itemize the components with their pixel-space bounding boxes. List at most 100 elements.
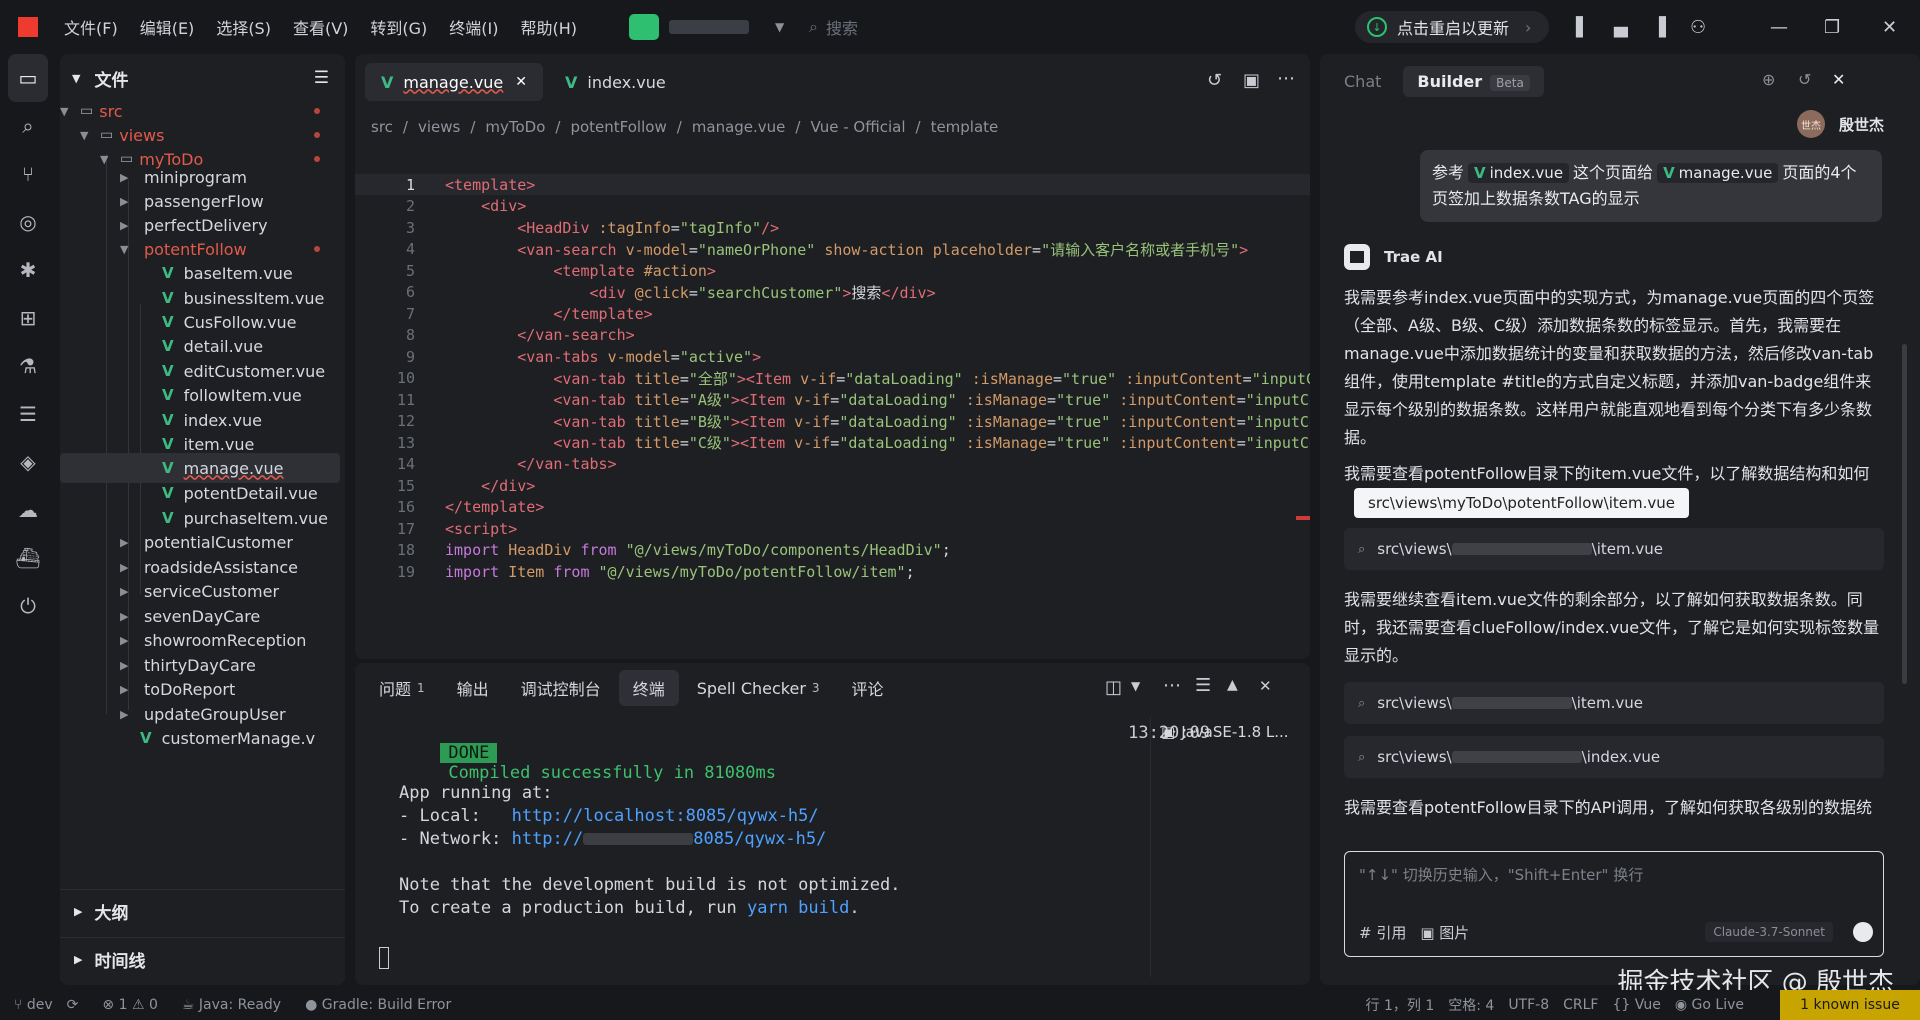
panel-tab[interactable]: 问题 1 <box>365 670 439 706</box>
code-line[interactable]: 3 <HeadDiv :tagInfo="tagInfo"/> <box>355 217 1310 238</box>
chevron-down-icon[interactable]: ▼ <box>72 72 80 85</box>
menu-select[interactable]: 选择(S) <box>216 15 271 39</box>
timeline-section[interactable]: ▶ 时间线 <box>60 937 345 981</box>
tab-builder[interactable]: Builder Beta <box>1403 66 1544 97</box>
terminal-settings-icon[interactable]: ☰ <box>1195 675 1211 696</box>
indentation[interactable]: 空格: 4 <box>1448 995 1494 1015</box>
history-icon[interactable]: ↺ <box>1798 70 1811 89</box>
branch-indicator[interactable]: ⑂ dev <box>14 997 53 1013</box>
maximize-panel-icon[interactable]: ▲ <box>1227 677 1238 693</box>
menu-goto[interactable]: 转到(G) <box>370 15 427 39</box>
tab-manage-vue[interactable]: V manage.vue ✕ <box>365 63 543 101</box>
panel-tab[interactable]: 终端 <box>618 670 679 706</box>
remote-icon[interactable]: ◎ <box>0 198 56 246</box>
breadcrumb-item[interactable]: Vue - Official <box>810 118 905 136</box>
toggle-sidebar-icon[interactable]: ▌ <box>1576 17 1590 38</box>
java-status[interactable]: ☕ Java: Ready <box>182 997 281 1013</box>
split-editor-icon[interactable]: ▣ <box>1243 70 1260 91</box>
outline-section[interactable]: ▶ 大纲 <box>60 889 345 933</box>
project-switcher[interactable]: ▼ <box>629 10 789 44</box>
close-chat-icon[interactable]: ✕ <box>1832 70 1845 89</box>
breadcrumb-item[interactable]: myToDo <box>485 118 545 136</box>
menu-file[interactable]: 文件(F) <box>64 15 118 39</box>
layers-icon[interactable]: ◈ <box>0 438 56 486</box>
breadcrumb-item[interactable]: src <box>371 118 393 136</box>
local-url-link[interactable]: http://localhost:8085/qywx-h5/ <box>512 806 819 826</box>
code-line[interactable]: 4 <van-search v-model="nameOrPhone" show… <box>355 239 1310 260</box>
network-url-link[interactable]: http://8085/qywx-h5/ <box>512 829 827 849</box>
code-line[interactable]: 17 <script> <box>355 518 1310 539</box>
history-icon[interactable]: ↺ <box>1207 70 1222 91</box>
menu-help[interactable]: 帮助(H) <box>521 15 578 39</box>
code-line[interactable]: 1 <template> <box>355 174 1310 195</box>
debug-icon[interactable]: ✱ <box>0 246 56 294</box>
maximize-icon[interactable]: ❐ <box>1824 17 1840 38</box>
more-actions-icon[interactable]: ⋯ <box>1163 675 1181 696</box>
toggle-aux-sidebar-icon[interactable]: ▐ <box>1652 17 1666 38</box>
code-line[interactable]: 9 <van-tabs v-model="active"> <box>355 346 1310 367</box>
extensions-icon[interactable]: ⊞ <box>0 294 56 342</box>
tab-chat[interactable]: Chat <box>1344 72 1381 91</box>
file-item[interactable]: VcustomerManage.v <box>60 723 340 753</box>
cursor-position[interactable]: 行 1，列 1 <box>1366 995 1435 1015</box>
code-line[interactable]: 15 </div> <box>355 475 1310 496</box>
file-reference-card[interactable]: ⌕ src\views\ \item.vue <box>1344 528 1884 570</box>
chevron-down-icon[interactable]: ▼ <box>1131 679 1140 693</box>
more-actions-icon[interactable]: ⋯ <box>1277 68 1295 89</box>
toggle-panel-icon[interactable]: ▄ <box>1614 17 1628 38</box>
code-line[interactable]: 6 <div @click="searchCustomer">搜索</div> <box>355 282 1310 303</box>
line-ending[interactable]: CRLF <box>1563 997 1598 1013</box>
panel-tab[interactable]: Spell Checker 3 <box>683 670 834 706</box>
code-line[interactable]: 7 </template> <box>355 303 1310 324</box>
encoding[interactable]: UTF-8 <box>1508 997 1549 1013</box>
file-chip[interactable]: Vindex.vue <box>1468 163 1570 183</box>
close-window-icon[interactable]: ✕ <box>1882 17 1897 38</box>
known-issue-badge[interactable]: 1 known issue <box>1780 990 1920 1020</box>
close-panel-icon[interactable]: ✕ <box>1259 677 1272 695</box>
go-live[interactable]: ◉ Go Live <box>1675 997 1744 1013</box>
breadcrumb-item[interactable]: manage.vue <box>692 118 786 136</box>
code-line[interactable]: 18 import HeadDiv from "@/views/myToDo/co… <box>355 540 1310 561</box>
code-line[interactable]: 16 </template> <box>355 497 1310 518</box>
code-line[interactable]: 8 </van-search> <box>355 325 1310 346</box>
global-search[interactable]: ⌕ 搜索 <box>809 15 858 39</box>
database-icon[interactable]: ☰ <box>0 390 56 438</box>
file-reference-card[interactable]: ⌕ src\views\ \index.vue <box>1344 736 1884 778</box>
split-terminal-icon[interactable]: ◫ <box>1105 677 1122 698</box>
file-chip[interactable]: Vmanage.vue <box>1657 163 1779 183</box>
panel-tab[interactable]: 调试控制台 <box>507 670 615 706</box>
power-icon[interactable]: ⏻ <box>0 582 56 630</box>
chat-scrollbar[interactable] <box>1902 344 1907 684</box>
cloud-icon[interactable]: ☁ <box>0 486 56 534</box>
code-line[interactable]: 14 </van-tabs> <box>355 454 1310 475</box>
code-line[interactable]: 2 <div> <box>355 196 1310 217</box>
quote-button[interactable]: # 引用 <box>1359 922 1406 943</box>
breadcrumb-item[interactable]: potentFollow <box>570 118 666 136</box>
file-reference-card[interactable]: ⌕ src\views\ \item.vue <box>1344 682 1884 724</box>
close-tab-icon[interactable]: ✕ <box>515 74 527 90</box>
tab-index-vue[interactable]: V index.vue <box>549 63 682 101</box>
code-line[interactable]: 19 import Item from "@/views/myToDo/poten… <box>355 561 1310 582</box>
breadcrumb-item[interactable]: template <box>931 118 999 136</box>
new-chat-icon[interactable]: ⊕ <box>1762 70 1775 89</box>
code-line[interactable]: 12 <van-tab title="B级"><Item v-if="dataL… <box>355 411 1310 432</box>
breadcrumb-item[interactable]: views <box>418 118 460 136</box>
problems-indicator[interactable]: ⊗ 1 ⚠ 0 <box>102 997 157 1013</box>
testing-icon[interactable]: ⚗ <box>0 342 56 390</box>
menu-edit[interactable]: 编辑(E) <box>140 15 195 39</box>
code-line[interactable]: 13 <van-tab title="C级"><Item v-if="dataL… <box>355 432 1310 453</box>
code-line[interactable]: 11 <van-tab title="A级"><Item v-if="dataL… <box>355 389 1310 410</box>
image-button[interactable]: ▣ 图片 <box>1420 922 1469 943</box>
code-line[interactable]: 5 <template #action> <box>355 260 1310 281</box>
model-selector[interactable]: Claude-3.7-Sonnet <box>1705 922 1833 942</box>
collapse-all-icon[interactable]: ☰ <box>314 68 329 88</box>
panel-tab[interactable]: 输出 <box>443 670 503 706</box>
terminal-item[interactable]: ▣ JavaSE-1.8 L... <box>1161 723 1310 741</box>
restart-update-button[interactable]: ↓ 点击重启以更新 › <box>1355 11 1550 43</box>
code-line[interactable]: 10 <van-tab title="全部"><Item v-if="dataL… <box>355 368 1310 389</box>
chat-input[interactable]: "↑↓" 切换历史输入，"Shift+Enter" 换行 # 引用 ▣ 图片 C… <box>1344 851 1884 957</box>
send-button[interactable] <box>1853 922 1873 942</box>
minimize-icon[interactable]: — <box>1770 17 1788 38</box>
search-icon[interactable]: ⌕ <box>0 102 56 150</box>
explorer-icon[interactable]: ▭ <box>8 54 48 102</box>
